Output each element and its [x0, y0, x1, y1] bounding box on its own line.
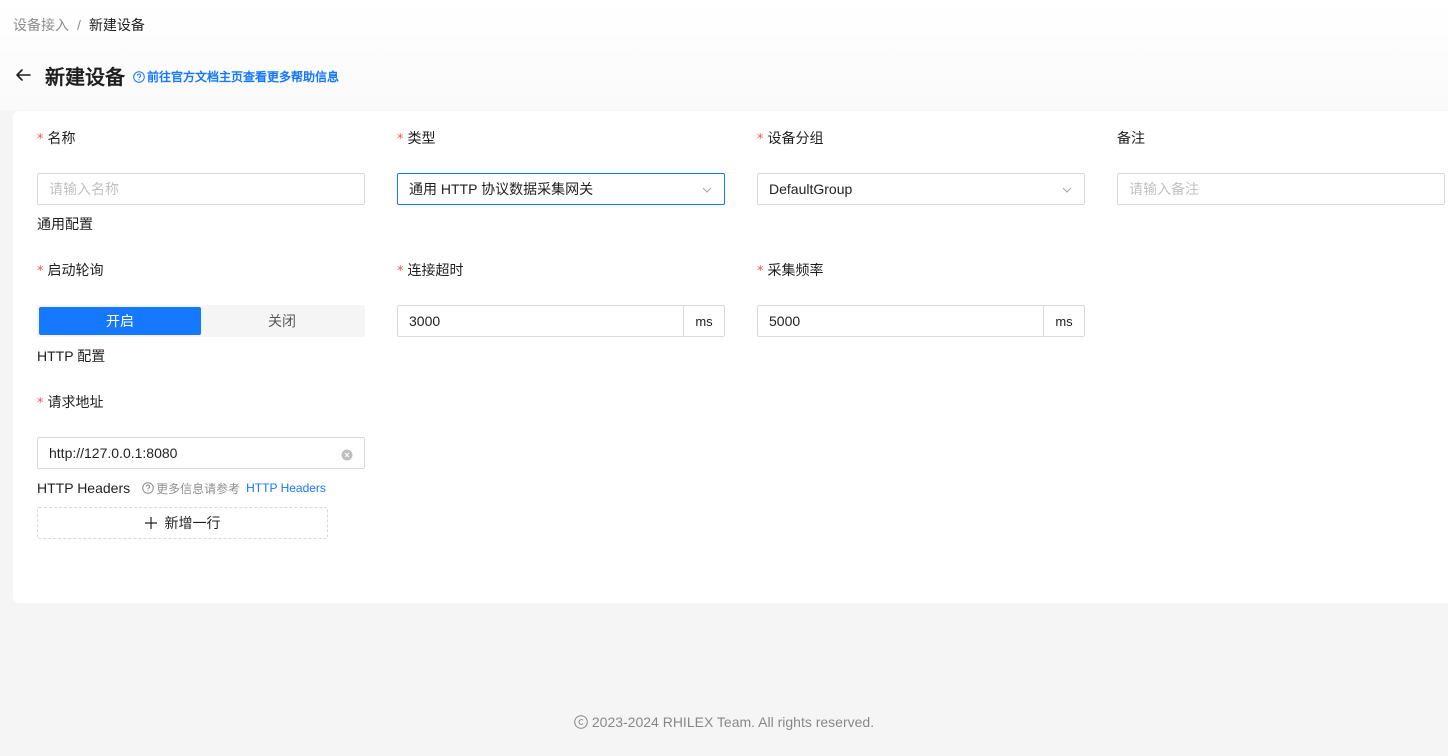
back-arrow-icon[interactable] [13, 65, 33, 85]
group-field: * 设备分组 DefaultGroup [757, 127, 1085, 205]
group-select[interactable]: DefaultGroup [757, 173, 1085, 205]
timeout-unit: ms [684, 305, 725, 337]
type-field: * 类型 通用 HTTP 协议数据采集网关 [397, 127, 725, 205]
remark-input[interactable]: 请输入备注 [1117, 173, 1445, 205]
page-title: 新建设备 [45, 66, 125, 89]
type-label: * 类型 [397, 127, 725, 149]
group-label: * 设备分组 [757, 127, 1085, 149]
timeout-label: * 连接超时 [397, 259, 725, 281]
breadcrumb-item-current: 新建设备 [88, 17, 145, 33]
name-label-text: 名称 [47, 130, 76, 146]
required-mark: * [37, 264, 44, 279]
auto-poll-on-option[interactable]: 开启 [39, 307, 201, 335]
type-select-value: 通用 HTTP 协议数据采集网关 [409, 181, 594, 197]
group-select-value: DefaultGroup [769, 181, 853, 197]
frequency-field: * 采集频率 5000 ms [757, 259, 1085, 337]
page-header: 设备接入 / 新建设备 新建设备 前往官方文档主页查看更多帮助信息 [0, 0, 1448, 110]
url-label: * 请求地址 [37, 391, 365, 413]
help-docs-link[interactable]: 前往官方文档主页查看更多帮助信息 [133, 68, 339, 85]
copyright-icon [574, 715, 588, 729]
auto-poll-off-option[interactable]: 关闭 [201, 307, 363, 335]
http-headers-label: HTTP Headers [37, 480, 131, 496]
breadcrumb: 设备接入 / 新建设备 [13, 16, 145, 34]
type-label-text: 类型 [407, 130, 436, 146]
common-config-title: 通用配置 [37, 216, 93, 232]
footer-text: 2023-2024 RHILEX Team. All rights reserv… [591, 714, 875, 730]
required-mark: * [37, 132, 44, 147]
auto-poll-segmented: 开启 关闭 [37, 305, 365, 337]
chevron-down-icon [1061, 183, 1073, 199]
device-form-card: * 名称 请输入名称 * 类型 通用 HTTP 协议数据采集网关 * 设备分组 Def… [13, 111, 1448, 603]
chevron-down-icon [701, 183, 713, 199]
frequency-input-group: 5000 ms [757, 305, 1085, 337]
question-circle-icon [133, 70, 145, 83]
http-headers-hint: 更多信息请参考 HTTP Headers [142, 480, 326, 497]
group-label-text: 设备分组 [767, 130, 824, 146]
name-label: * 名称 [37, 127, 365, 149]
http-headers-row: HTTP Headers 更多信息请参考 HTTP Headers [37, 477, 326, 499]
timeout-field: * 连接超时 3000 ms [397, 259, 725, 337]
timeout-input-group: 3000 ms [397, 305, 725, 337]
name-field: * 名称 请输入名称 [37, 127, 365, 205]
frequency-label: * 采集频率 [757, 259, 1085, 281]
name-placeholder: 请输入名称 [49, 181, 119, 197]
add-row-label: 新增一行 [164, 515, 221, 531]
remark-label: 备注 [1117, 130, 1145, 146]
required-mark: * [397, 132, 404, 147]
frequency-unit: ms [1044, 305, 1085, 337]
required-mark: * [757, 132, 764, 147]
http-headers-doc-link[interactable]: HTTP Headers [246, 481, 326, 495]
required-mark: * [37, 396, 44, 411]
clear-icon[interactable] [341, 448, 353, 464]
type-select[interactable]: 通用 HTTP 协议数据采集网关 [397, 173, 725, 205]
plus-icon [144, 517, 157, 529]
question-circle-icon [142, 482, 154, 494]
timeout-label-text: 连接超时 [407, 262, 464, 278]
title-row: 新建设备 前往官方文档主页查看更多帮助信息 [13, 60, 339, 90]
http-headers-hint-text: 更多信息请参考 [156, 481, 241, 496]
auto-poll-field: * 启动轮询 开启 关闭 [37, 259, 365, 337]
required-mark: * [757, 264, 764, 279]
name-input[interactable]: 请输入名称 [37, 173, 365, 205]
breadcrumb-separator: / [77, 17, 81, 33]
url-input-value: http://127.0.0.1:8080 [49, 445, 178, 461]
auto-poll-label: * 启动轮询 [37, 259, 365, 281]
url-field: * 请求地址 http://127.0.0.1:8080 [37, 391, 365, 469]
http-config-title: HTTP 配置 [37, 348, 106, 364]
remark-field: 备注 请输入备注 [1117, 127, 1445, 205]
frequency-label-text: 采集频率 [767, 262, 824, 278]
required-mark: * [397, 264, 404, 279]
breadcrumb-item-device-access[interactable]: 设备接入 [13, 16, 69, 34]
auto-poll-label-text: 启动轮询 [47, 262, 104, 278]
frequency-input[interactable]: 5000 [757, 305, 1044, 337]
footer: 2023-2024 RHILEX Team. All rights reserv… [0, 714, 1448, 730]
timeout-input[interactable]: 3000 [397, 305, 684, 337]
url-label-text: 请求地址 [47, 394, 104, 410]
help-link-text: 前往官方文档主页查看更多帮助信息 [147, 70, 340, 84]
remark-placeholder: 请输入备注 [1129, 181, 1199, 197]
url-input[interactable]: http://127.0.0.1:8080 [37, 437, 365, 469]
add-row-button[interactable]: 新增一行 [37, 507, 328, 539]
